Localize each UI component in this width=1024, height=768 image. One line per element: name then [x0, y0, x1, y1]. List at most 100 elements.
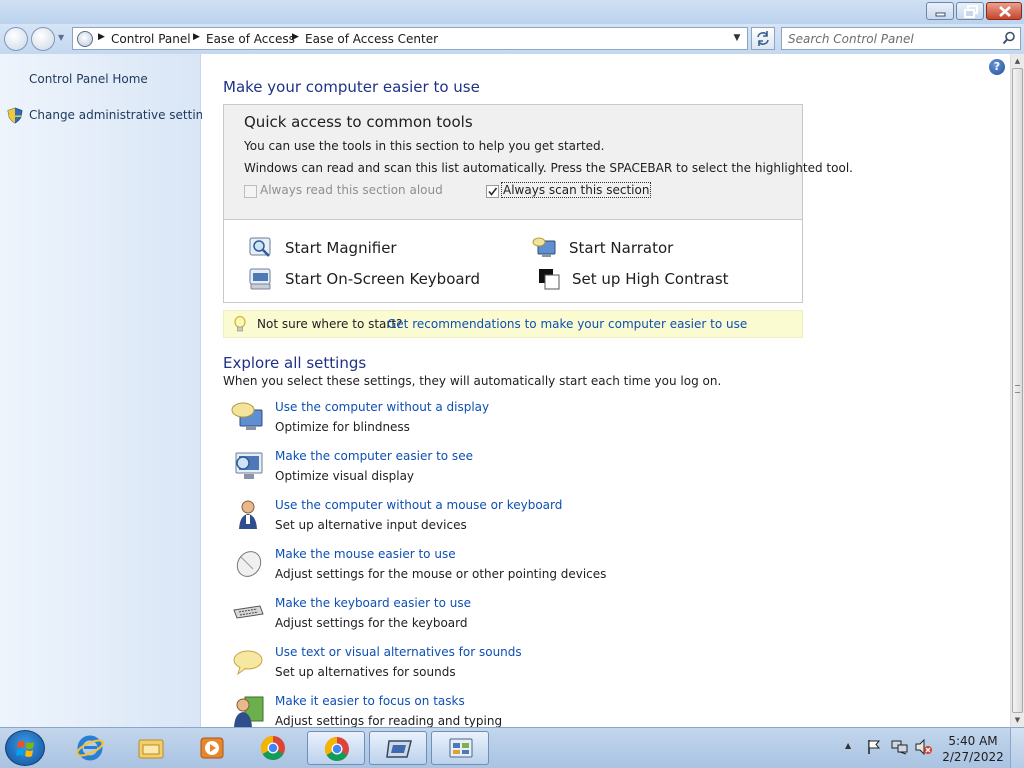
speech-monitor-icon [231, 402, 263, 430]
internet-explorer-icon [76, 735, 104, 761]
clock-time[interactable]: 5:40 AM [946, 734, 1000, 748]
search-icon[interactable] [1002, 31, 1016, 45]
quick-access-scan-hint: Windows can read and scan this list auto… [244, 161, 853, 175]
main-content: Make your computer easier to use Quick a… [202, 54, 1010, 727]
explore-settings-title: Explore all settings [223, 354, 367, 372]
taskbar-internet-explorer[interactable] [61, 731, 119, 765]
mouse-easier-description: Adjust settings for the mouse or other p… [275, 567, 607, 581]
easier-to-see-description: Optimize visual display [275, 469, 415, 483]
without-display-link[interactable]: Use the computer without a display [275, 400, 489, 414]
keyboard-easier-description: Adjust settings for the keyboard [275, 616, 468, 630]
setting-item-without-display: Use the computer without a display Optim… [231, 400, 751, 446]
breadcrumb-control-panel[interactable]: Control Panel [111, 32, 191, 46]
breadcrumb-ease-of-access[interactable]: Ease of Access [206, 32, 295, 46]
address-bar[interactable]: ▶ Control Panel ▶ Ease of Access ▶ Ease … [72, 27, 748, 50]
navigation-bar: ▼ ▶ Control Panel ▶ Ease of Access ▶ Eas… [0, 24, 1024, 54]
start-magnifier-label: Start Magnifier [285, 239, 397, 257]
chrome-icon [324, 737, 349, 762]
window-titlebar [0, 0, 1024, 24]
restore-button[interactable] [956, 2, 984, 20]
display-icon [386, 740, 412, 758]
shield-icon [7, 107, 23, 124]
search-input[interactable] [788, 31, 988, 47]
scan-section-checkbox[interactable] [486, 185, 499, 198]
get-recommendations-link[interactable]: Get recommendations to make your compute… [387, 317, 747, 331]
explore-settings-description: When you select these settings, they wil… [223, 374, 722, 388]
start-button[interactable] [5, 730, 45, 766]
breadcrumb-ease-of-access-center[interactable]: Ease of Access Center [305, 32, 438, 46]
close-button[interactable] [986, 2, 1022, 20]
control-panel-icon [449, 738, 473, 758]
keyboard-easier-link[interactable]: Make the keyboard easier to use [275, 596, 471, 610]
control-panel-icon [77, 31, 93, 47]
keyboard-icon [233, 605, 264, 619]
quick-access-title: Quick access to common tools [244, 113, 473, 131]
taskbar-control-panel[interactable] [431, 731, 489, 765]
breadcrumb-arrow-icon[interactable]: ▶ [98, 32, 105, 42]
mouse-easier-link[interactable]: Make the mouse easier to use [275, 547, 456, 561]
show-desktop-button[interactable] [1010, 728, 1024, 768]
refresh-button[interactable] [751, 27, 775, 50]
read-aloud-checkbox[interactable] [244, 185, 257, 198]
refresh-icon [757, 31, 769, 46]
setting-item-easier-to-see: Make the computer easier to see Optimize… [231, 449, 751, 495]
scan-section-label[interactable]: Always scan this section [500, 182, 652, 198]
taskbar: ▲ 5:40 AM 2/27/2022 [0, 727, 1024, 768]
setting-item-mouse: Make the mouse easier to use Adjust sett… [231, 547, 751, 593]
volume-muted-icon[interactable] [915, 739, 933, 755]
narrator-icon [532, 237, 556, 257]
taskbar-display[interactable] [369, 731, 427, 765]
without-display-description: Optimize for blindness [275, 420, 410, 434]
taskbar-media-player[interactable] [183, 731, 241, 765]
scroll-down-arrow-icon[interactable]: ▼ [1011, 713, 1024, 727]
minimize-button[interactable] [926, 2, 954, 20]
checkmark-icon [488, 187, 498, 196]
quick-access-panel: Quick access to common tools You can use… [223, 104, 853, 303]
taskbar-chrome-active[interactable] [307, 731, 365, 765]
read-aloud-label[interactable]: Always read this section aloud [260, 183, 443, 197]
change-administrative-settings-link[interactable]: Change administrative settings [29, 108, 217, 122]
focus-on-tasks-description: Adjust settings for reading and typing [275, 714, 503, 727]
setting-item-focus-on-tasks: Make it easier to focus on tasks Adjust … [231, 694, 751, 727]
close-icon [999, 6, 1011, 17]
start-narrator-label: Start Narrator [569, 239, 674, 257]
file-explorer-icon [138, 739, 164, 759]
forward-button[interactable] [31, 27, 55, 51]
high-contrast-icon [539, 269, 560, 290]
page-title: Make your computer easier to use [223, 78, 480, 96]
left-navigation-pane: Control Panel Home Change administrative… [0, 54, 217, 727]
show-hidden-icons-button[interactable]: ▲ [845, 741, 851, 750]
focus-on-tasks-link[interactable]: Make it easier to focus on tasks [275, 694, 465, 708]
clock-date[interactable]: 2/27/2022 [942, 750, 1004, 764]
vertical-scrollbar[interactable]: ▲ ▼ [1010, 54, 1024, 727]
taskbar-chrome[interactable] [244, 731, 302, 765]
control-panel-home-link[interactable]: Control Panel Home [29, 72, 148, 86]
start-narrator-button[interactable]: Start Narrator [532, 236, 772, 262]
set-up-high-contrast-button[interactable]: Set up High Contrast [537, 267, 777, 293]
address-dropdown-button[interactable]: ▼ [727, 28, 747, 49]
help-icon[interactable]: ? [989, 59, 1005, 75]
action-center-flag-icon[interactable] [866, 739, 882, 755]
without-mouse-keyboard-link[interactable]: Use the computer without a mouse or keyb… [275, 498, 562, 512]
quick-access-header: Quick access to common tools You can use… [224, 105, 853, 220]
scroll-up-arrow-icon[interactable]: ▲ [1011, 54, 1024, 68]
start-magnifier-button[interactable]: Start Magnifier [248, 236, 488, 262]
without-mouse-keyboard-description: Set up alternative input devices [275, 518, 467, 532]
breadcrumb-arrow-icon[interactable]: ▶ [292, 32, 299, 42]
breadcrumb-arrow-icon[interactable]: ▶ [193, 32, 200, 42]
back-button[interactable] [4, 27, 28, 51]
search-box[interactable] [781, 27, 1021, 50]
on-screen-keyboard-icon [249, 268, 271, 290]
easier-to-see-link[interactable]: Make the computer easier to see [275, 449, 473, 463]
network-icon[interactable] [891, 739, 909, 755]
mouse-icon [236, 551, 262, 577]
start-on-screen-keyboard-button[interactable]: Start On-Screen Keyboard [248, 267, 488, 293]
set-up-high-contrast-label: Set up High Contrast [572, 270, 729, 288]
scroll-thumb[interactable] [1012, 68, 1023, 713]
recommendation-tip-bar: Not sure where to start? Get recommendat… [223, 310, 803, 338]
recent-pages-dropdown[interactable]: ▼ [58, 33, 68, 45]
quick-access-description: You can use the tools in this section to… [244, 139, 605, 153]
scroll-grip-icon [1015, 385, 1020, 393]
taskbar-file-explorer[interactable] [122, 731, 180, 765]
sound-alternatives-link[interactable]: Use text or visual alternatives for soun… [275, 645, 522, 659]
